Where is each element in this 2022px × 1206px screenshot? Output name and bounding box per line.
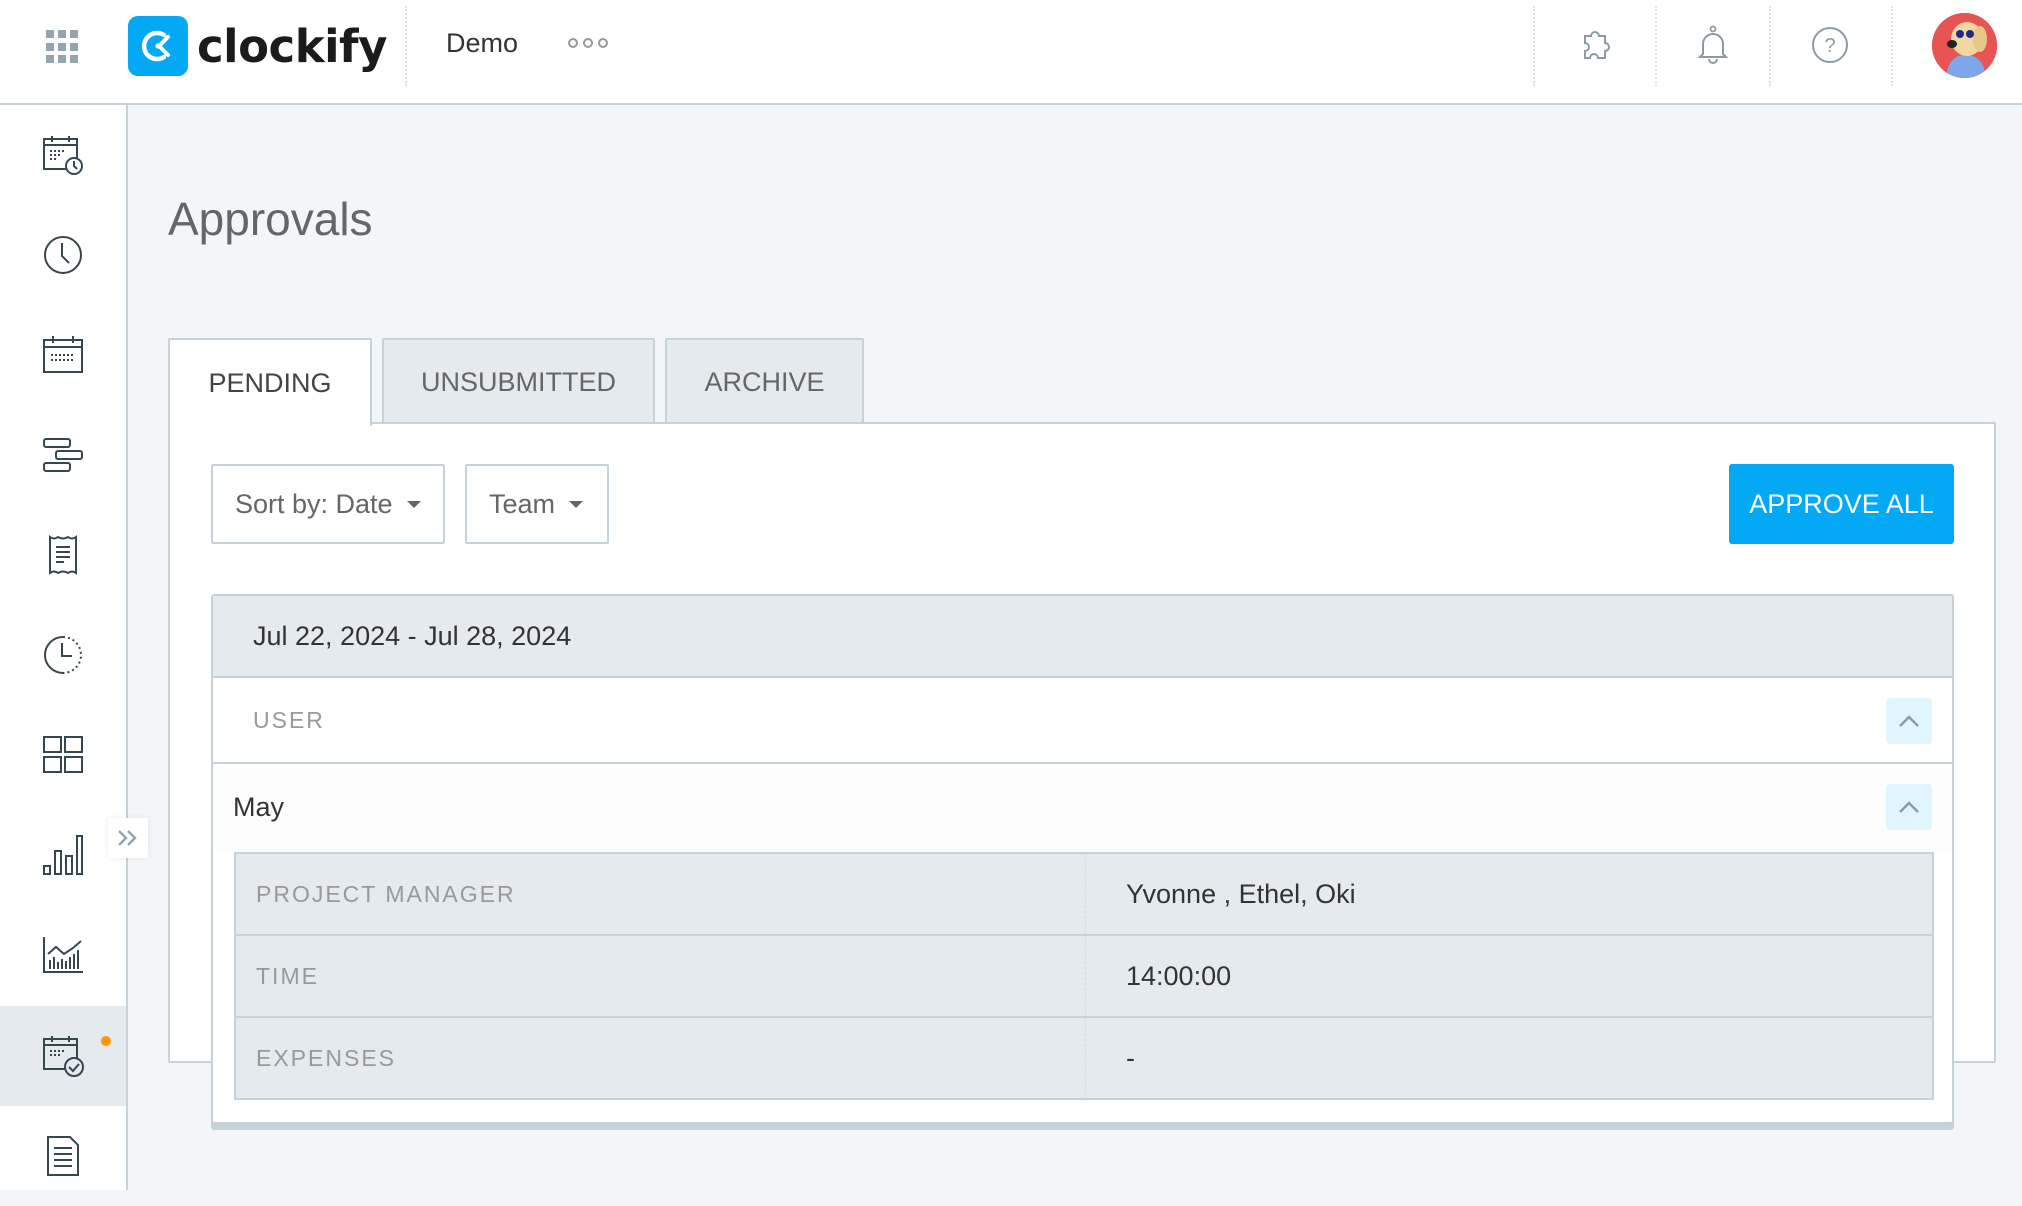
grid-icon (43, 736, 83, 773)
caret-down-icon (569, 500, 584, 508)
double-chevron-right-icon (118, 830, 137, 846)
sidebar-item-dashboard[interactable] (0, 705, 126, 805)
sidebar-item-expenses[interactable] (0, 505, 126, 605)
calendar-check-icon (43, 1036, 84, 1077)
caret-down-icon (406, 500, 421, 508)
date-range-text: Jul 22, 2024 - Jul 28, 2024 (253, 620, 572, 651)
calendar-clock-icon (43, 136, 83, 175)
sidebar-item-calendar[interactable] (0, 305, 126, 405)
help-question-icon[interactable]: ? (1807, 22, 1853, 68)
team-label: Team (489, 488, 556, 519)
detail-label: PROJECT MANAGER (236, 854, 1086, 934)
detail-value: 14:00:00 (1126, 960, 1232, 991)
chevron-up-icon (1899, 801, 1919, 813)
gantt-bars-icon (43, 438, 83, 472)
page-title: Approvals (168, 193, 373, 245)
sidebar-item-activity[interactable] (0, 905, 126, 1005)
divider (1891, 6, 1893, 86)
sidebar (0, 105, 128, 1190)
sort-by-label: Sort by: Date (235, 488, 393, 519)
more-options-icon[interactable] (568, 38, 608, 48)
detail-value: - (1126, 1042, 1135, 1073)
week-group: Jul 22, 2024 - Jul 28, 2024 USER May PRO… (211, 594, 1954, 1124)
user-avatar[interactable] (1932, 13, 1997, 78)
detail-label: EXPENSES (236, 1018, 1086, 1098)
detail-row-project-manager: PROJECT MANAGER Yvonne , Ethel, Oki (236, 854, 1932, 936)
bar-chart-icon (43, 835, 83, 875)
sidebar-item-time-off[interactable] (0, 605, 126, 705)
sidebar-item-approvals[interactable] (0, 1006, 126, 1106)
sidebar-expand-toggle[interactable] (108, 818, 148, 858)
notifications-bell-icon[interactable] (1690, 22, 1736, 68)
sidebar-item-timesheet[interactable] (0, 105, 126, 205)
team-dropdown[interactable]: Team (465, 464, 609, 544)
detail-row-time: TIME 14:00:00 (236, 936, 1932, 1018)
integrations-puzzle-icon[interactable] (1573, 22, 1619, 68)
sidebar-item-time-tracker[interactable] (0, 205, 126, 305)
svg-text:?: ? (1824, 35, 1835, 57)
divider (1533, 6, 1535, 86)
tab-archive[interactable]: ARCHIVE (665, 338, 864, 424)
dotted-clock-icon (44, 636, 82, 674)
collapse-week-button[interactable] (1886, 698, 1932, 744)
collapse-user-button[interactable] (1886, 784, 1932, 830)
user-column-header: USER (213, 678, 1952, 764)
top-header: clockify Demo ? (0, 0, 2022, 105)
clockify-logo[interactable]: clockify (128, 16, 387, 76)
sidebar-item-invoices[interactable] (0, 1106, 126, 1206)
divider (1769, 6, 1771, 86)
clockify-logo-icon (128, 16, 188, 76)
detail-label: TIME (236, 936, 1086, 1016)
user-row[interactable]: May (213, 764, 1952, 850)
detail-value: Yvonne , Ethel, Oki (1126, 878, 1356, 909)
approve-all-button[interactable]: APPROVE ALL (1729, 464, 1954, 544)
sidebar-item-schedule[interactable] (0, 405, 126, 505)
tab-pending[interactable]: PENDING (168, 338, 372, 426)
user-header-label: USER (253, 706, 325, 733)
chevron-up-icon (1899, 715, 1919, 727)
workspace-name[interactable]: Demo (446, 28, 518, 59)
app-name: clockify (197, 19, 387, 73)
sort-by-dropdown[interactable]: Sort by: Date (211, 464, 445, 544)
user-detail-table: PROJECT MANAGER Yvonne , Ethel, Oki TIME… (234, 852, 1934, 1100)
detail-row-expenses: EXPENSES - (236, 1018, 1932, 1098)
calendar-icon (43, 336, 83, 373)
clock-icon (44, 236, 82, 274)
receipt-icon (49, 535, 77, 575)
tab-unsubmitted[interactable]: UNSUBMITTED (382, 338, 655, 424)
divider (405, 6, 407, 86)
apps-grid-icon[interactable] (46, 30, 82, 64)
week-date-range: Jul 22, 2024 - Jul 28, 2024 (213, 596, 1952, 678)
notification-dot (101, 1036, 111, 1046)
document-icon (47, 1136, 79, 1176)
line-bar-chart-icon (43, 937, 83, 973)
user-name: May (233, 791, 285, 822)
divider (1655, 6, 1657, 86)
